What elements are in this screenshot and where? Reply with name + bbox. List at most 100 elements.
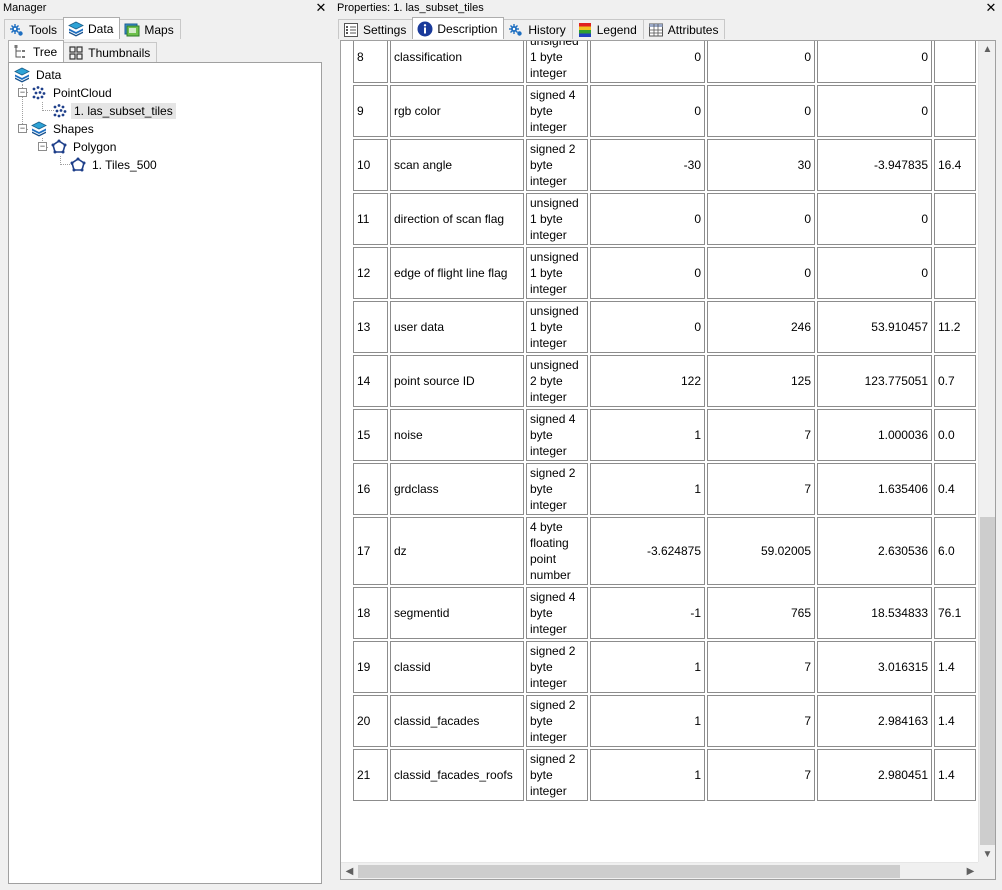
attribute-min-cell: 1 xyxy=(590,463,705,515)
attribute-type-cell: signed 2 byte integer xyxy=(526,749,588,801)
collapse-shapes-icon[interactable]: − xyxy=(18,124,27,133)
tree-node-shapes[interactable]: Shapes xyxy=(31,120,97,138)
attribute-max-cell: 30 xyxy=(707,139,815,191)
attribute-stddev-cell xyxy=(934,41,976,83)
properties-tabbar: Settings Description History Legend Attr… xyxy=(338,17,726,39)
tree-node-las-subset-tiles[interactable]: 1. las_subset_tiles xyxy=(52,102,176,120)
table-row[interactable]: 16 grdclass signed 2 byte integer 1 7 1.63540… xyxy=(353,463,976,515)
properties-title: Properties: 1. las_subset_tiles xyxy=(337,2,484,14)
collapse-pointcloud-icon[interactable]: − xyxy=(18,88,27,97)
attribute-name-cell: edge of flight line flag xyxy=(390,247,524,299)
tab-data-label: Data xyxy=(88,21,114,36)
attribute-type-cell: unsigned 1 byte integer xyxy=(526,247,588,299)
description-panel: 8 classification unsigned 1 byte integer 0 0… xyxy=(340,40,996,880)
gear-icon xyxy=(9,22,25,38)
attribute-stddev-cell-text: 1.4 xyxy=(938,660,955,674)
attribute-stddev-cell-text: 1.4 xyxy=(938,768,955,782)
tab-attributes[interactable]: Attributes xyxy=(642,19,726,39)
attribute-index-cell: 17 xyxy=(353,517,388,585)
attribute-stddev-cell-text: 16.4 xyxy=(938,158,962,172)
scroll-down-icon[interactable]: ▼ xyxy=(979,846,995,863)
attribute-min-cell: 0 xyxy=(590,41,705,83)
gear-icon xyxy=(508,22,524,38)
subtab-tree[interactable]: Tree xyxy=(8,40,65,62)
attribute-min-cell: 0 xyxy=(590,193,705,245)
tab-history[interactable]: History xyxy=(503,19,573,39)
scroll-left-icon[interactable]: ◀ xyxy=(341,863,358,879)
attribute-stddev-cell: 1.4 xyxy=(934,749,976,801)
table-row[interactable]: 10 scan angle signed 2 byte integer -30 30 -3… xyxy=(353,139,976,191)
table-row[interactable]: 20 classid_facades signed 2 byte integer 1 7… xyxy=(353,695,976,747)
collapse-polygon-icon[interactable]: − xyxy=(38,142,47,151)
attribute-index-cell: 14 xyxy=(353,355,388,407)
attribute-mean-cell: 2.984163 xyxy=(817,695,932,747)
attribute-max-cell: 246 xyxy=(707,301,815,353)
attribute-type-cell: signed 2 byte integer xyxy=(526,695,588,747)
table-row[interactable]: 11 direction of scan flag unsigned 1 byte … xyxy=(353,193,976,245)
subtab-tree-label: Tree xyxy=(33,44,58,59)
attribute-stddev-cell: 11.2 xyxy=(934,301,976,353)
attributes-table: 8 classification unsigned 1 byte integer 0 0… xyxy=(351,41,978,803)
vertical-scroll-thumb[interactable] xyxy=(980,517,995,845)
table-row[interactable]: 12 edge of flight line flag unsigned 1 byt… xyxy=(353,247,976,299)
table-row[interactable]: 13 user data unsigned 1 byte integer 0 246 53… xyxy=(353,301,976,353)
attribute-name-cell: dz xyxy=(390,517,524,585)
attribute-name-cell: point source ID xyxy=(390,355,524,407)
settings-icon xyxy=(343,22,359,38)
scroll-up-icon[interactable]: ▲ xyxy=(979,41,995,58)
data-tree[interactable]: Data − PointCloud 1. las_subset_tiles − … xyxy=(8,62,322,884)
tree-node-polygon[interactable]: Polygon xyxy=(51,138,119,156)
attribute-name-cell: user data xyxy=(390,301,524,353)
subtab-thumbnails[interactable]: Thumbnails xyxy=(63,42,158,62)
table-row[interactable]: 8 classification unsigned 1 byte integer 0 0… xyxy=(353,41,976,83)
tab-maps[interactable]: Maps xyxy=(119,19,181,39)
attribute-min-cell: 1 xyxy=(590,409,705,461)
tab-history-label: History xyxy=(528,22,566,37)
attribute-stddev-cell-text: 0.4 xyxy=(938,482,955,496)
attribute-stddev-cell-text: 6.0 xyxy=(938,544,955,558)
attribute-stddev-cell: 16.4 xyxy=(934,139,976,191)
attribute-mean-cell: 1.635406 xyxy=(817,463,932,515)
table-row[interactable]: 19 classid signed 2 byte integer 1 7 3.016315… xyxy=(353,641,976,693)
tab-settings-label: Settings xyxy=(363,22,407,37)
attribute-stddev-cell: 1.4 xyxy=(934,695,976,747)
tab-data[interactable]: Data xyxy=(63,17,121,39)
vertical-scrollbar[interactable]: ▲ ▼ xyxy=(978,41,995,863)
scrollbar-corner xyxy=(978,862,995,879)
legend-icon xyxy=(577,22,593,38)
tree-icon xyxy=(13,44,29,60)
tab-tools[interactable]: Tools xyxy=(4,19,65,39)
manager-close-icon[interactable]: ✕ xyxy=(314,1,328,15)
attribute-min-cell: 1 xyxy=(590,749,705,801)
table-row[interactable]: 21 classid_facades_roofs signed 2 byte int… xyxy=(353,749,976,801)
attribute-index-cell: 20 xyxy=(353,695,388,747)
attribute-index-cell: 19 xyxy=(353,641,388,693)
pointcloud-icon xyxy=(52,103,68,119)
table-row[interactable]: 15 noise signed 4 byte integer 1 7 1.000036 0.… xyxy=(353,409,976,461)
attribute-type-cell: signed 4 byte integer xyxy=(526,85,588,137)
tree-node-tiles-500[interactable]: 1. Tiles_500 xyxy=(70,156,160,174)
attribute-name-cell: grdclass xyxy=(390,463,524,515)
table-row[interactable]: 18 segmentid signed 4 byte integer -1 765 18.… xyxy=(353,587,976,639)
attribute-max-cell: 7 xyxy=(707,749,815,801)
horizontal-scroll-thumb[interactable] xyxy=(358,865,900,878)
attributes-table-viewport: 8 classification unsigned 1 byte integer 0 0… xyxy=(351,41,981,835)
tree-node-pointcloud[interactable]: PointCloud xyxy=(31,84,115,102)
table-row[interactable]: 9 rgb color signed 4 byte integer 0 0 0 xyxy=(353,85,976,137)
tab-settings[interactable]: Settings xyxy=(338,19,414,39)
map-icon xyxy=(124,22,140,38)
attribute-stddev-cell xyxy=(934,247,976,299)
table-row[interactable]: 17 dz 4 byte floating point number -3.62487… xyxy=(353,517,976,585)
attribute-max-cell: 7 xyxy=(707,463,815,515)
table-row[interactable]: 14 point source ID unsigned 2 byte integer… xyxy=(353,355,976,407)
attribute-mean-cell: 0 xyxy=(817,85,932,137)
tree-label-shapes: Shapes xyxy=(53,122,94,136)
tree-node-data[interactable]: Data xyxy=(14,66,64,84)
horizontal-scrollbar[interactable]: ◀ ▶ xyxy=(341,862,979,879)
tab-legend[interactable]: Legend xyxy=(571,19,644,39)
tab-description[interactable]: Description xyxy=(412,17,505,39)
attribute-max-cell: 765 xyxy=(707,587,815,639)
scroll-right-icon[interactable]: ▶ xyxy=(962,863,979,879)
properties-close-icon[interactable]: ✕ xyxy=(984,1,998,15)
attribute-mean-cell: 0 xyxy=(817,41,932,83)
